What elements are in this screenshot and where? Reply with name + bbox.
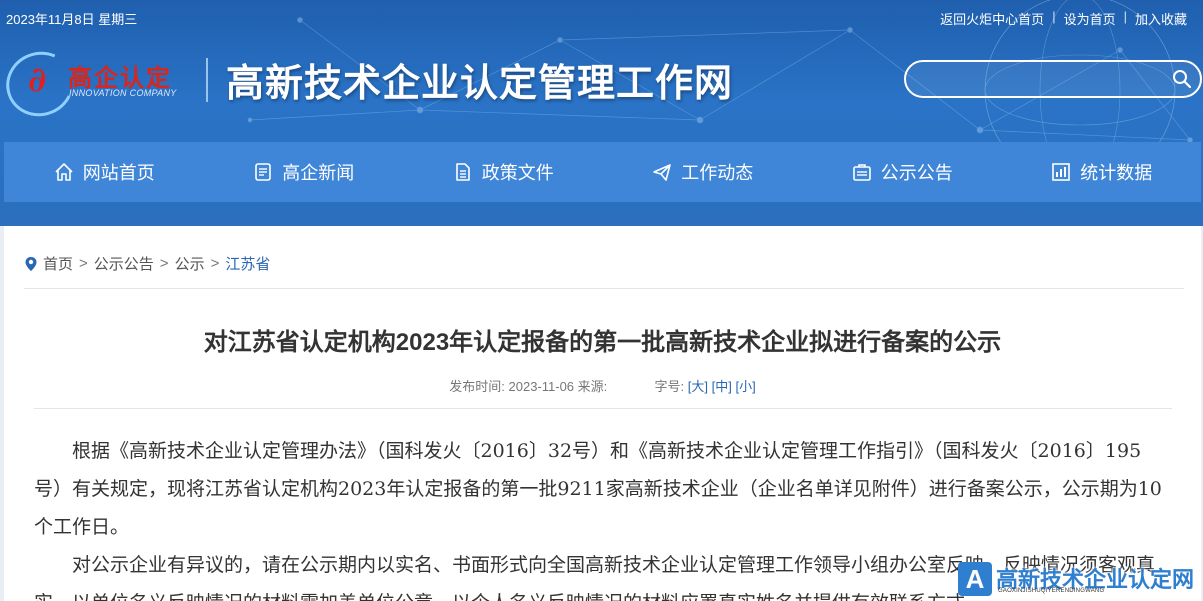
nav-item-policy[interactable]: 政策文件 <box>403 142 603 202</box>
nav-label: 政策文件 <box>481 163 554 183</box>
location-pin-icon <box>25 256 37 271</box>
nav-item-news[interactable]: 高企新闻 <box>204 142 404 202</box>
breadcrumb-public[interactable]: 公示 <box>175 253 205 274</box>
site-watermark: A 高新技术企业认定网 GAOXINJISHUQIYERENDINGWANG <box>958 558 1203 601</box>
breadcrumb-separator: > <box>210 255 220 272</box>
nav-item-home[interactable]: 网站首页 <box>4 142 204 202</box>
watermark-text-en: GAOXINJISHUQIYERENDINGWANG <box>998 588 1105 594</box>
paper-plane-icon <box>653 164 672 181</box>
nav-label: 工作动态 <box>681 163 754 183</box>
logo-mark-icon: ∂ <box>28 60 47 100</box>
nav-item-statistics[interactable]: 统计数据 <box>1002 142 1202 202</box>
main-nav: 网站首页 高企新闻 政策文件 工作动态 公示公告 统计数据 <box>4 142 1201 202</box>
return-torch-home-link[interactable]: 返回火炬中心首页 <box>932 9 1052 28</box>
chart-icon <box>1052 163 1071 181</box>
font-size-label: 字号: <box>654 379 685 394</box>
current-date: 2023年11月8日 星期三 <box>6 12 138 27</box>
nav-item-notice[interactable]: 公示公告 <box>802 142 1002 202</box>
article-paragraph: 根据《高新技术企业认定管理办法》（国科发火〔2016〕32号）和《高新技术企业认… <box>34 440 1162 538</box>
breadcrumb: 首页 > 公示公告 > 公示 > 江苏省 <box>24 253 270 274</box>
top-links: 返回火炬中心首页 | 设为首页 | 加入收藏 <box>932 9 1195 28</box>
link-separator: | <box>1052 9 1056 24</box>
divider <box>34 408 1172 409</box>
font-size-large-button[interactable]: [大] <box>688 379 708 394</box>
notice-icon <box>852 164 871 181</box>
nav-item-work[interactable]: 工作动态 <box>603 142 803 202</box>
nav-label: 网站首页 <box>82 163 155 183</box>
nav-label: 公示公告 <box>880 163 953 183</box>
logo-text-en: INNOVATION COMPANY <box>69 88 177 98</box>
breadcrumb-notice[interactable]: 公示公告 <box>94 253 154 274</box>
add-favorite-link[interactable]: 加入收藏 <box>1127 9 1195 28</box>
article-meta: 发布时间: 2023-11-06 来源: 字号: [大] [中] [小] <box>4 376 1201 395</box>
source-label: 来源: <box>577 379 608 394</box>
article-title: 对江苏省认定机构2023年认定报备的第一批高新技术企业拟进行备案的公示 <box>203 329 1002 356</box>
top-bar: 2023年11月8日 星期三 返回火炬中心首页 | 设为首页 | 加入收藏 <box>0 0 1203 34</box>
document-icon <box>455 163 470 181</box>
font-size-medium-button[interactable]: [中] <box>712 379 732 394</box>
home-icon <box>55 163 73 181</box>
watermark-logo-icon: A <box>958 562 992 596</box>
set-homepage-link[interactable]: 设为首页 <box>1056 9 1124 28</box>
search-box <box>904 60 1202 98</box>
breadcrumb-jiangsu[interactable]: 江苏省 <box>225 253 270 274</box>
header-banner: 2023年11月8日 星期三 返回火炬中心首页 | 设为首页 | 加入收藏 ∂ … <box>0 0 1203 226</box>
site-title: 高新技术企业认定管理工作网 <box>226 60 734 105</box>
font-size-small-button[interactable]: [小] <box>736 379 756 394</box>
site-logo[interactable]: ∂ 高企认定 INNOVATION COMPANY <box>0 42 196 126</box>
breadcrumb-separator: > <box>159 255 169 272</box>
nav-label: 高企新闻 <box>282 163 355 183</box>
search-input[interactable] <box>922 68 1166 92</box>
publish-label: 发布时间: <box>449 379 505 394</box>
search-icon[interactable] <box>1172 69 1192 89</box>
main-content: 首页 > 公示公告 > 公示 > 江苏省 对江苏省认定机构2023年认定报备的第… <box>4 226 1201 601</box>
breadcrumb-separator: > <box>79 255 88 272</box>
nav-label: 统计数据 <box>1080 163 1153 183</box>
publish-date: 2023-11-06 <box>508 379 575 394</box>
divider <box>24 288 1184 289</box>
link-separator: | <box>1123 9 1127 24</box>
breadcrumb-home[interactable]: 首页 <box>43 253 73 274</box>
news-icon <box>255 163 272 181</box>
logo-divider <box>206 58 208 102</box>
